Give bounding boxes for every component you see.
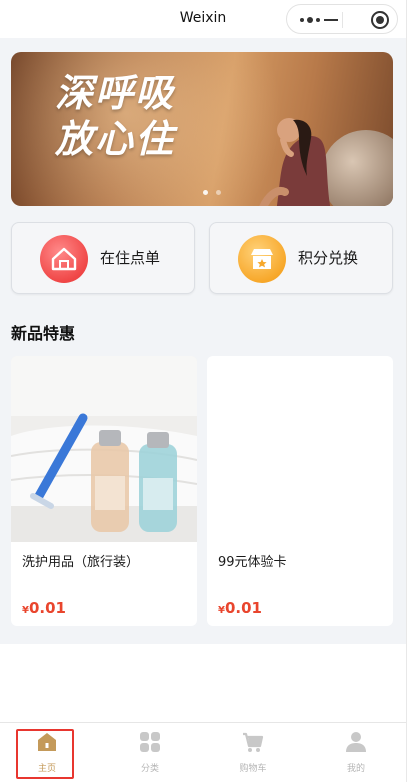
tab-label: 我的 xyxy=(346,764,365,774)
house-icon xyxy=(40,235,88,283)
headline-line-2: 放心住 xyxy=(55,117,176,161)
product-name: 洗护用品（旅行装） xyxy=(22,555,140,570)
pagination-dot xyxy=(203,190,208,195)
product-name: 99元体验卡 xyxy=(218,555,287,570)
window-edge xyxy=(406,0,416,782)
home-icon xyxy=(38,733,56,751)
menu-capsule xyxy=(286,4,398,34)
promo-banner[interactable]: 深呼吸 放心住 xyxy=(11,52,393,206)
points-exchange-button[interactable]: 积分兑换 xyxy=(209,222,393,294)
currency-symbol: ¥ xyxy=(22,605,29,616)
pagination-dot xyxy=(216,190,221,195)
product-card[interactable]: 洗护用品（旅行装） ¥0.01 xyxy=(11,356,197,626)
product-card[interactable]: 99元体验卡 ¥0.01 xyxy=(207,356,393,626)
in-stay-order-label: 在住点单 xyxy=(100,249,161,267)
price-amount: 0.01 xyxy=(224,599,262,617)
tab-label: 分类 xyxy=(140,764,159,774)
close-mini-program-icon[interactable] xyxy=(371,11,389,29)
navigation-bar: Weixin xyxy=(0,0,406,38)
currency-symbol: ¥ xyxy=(218,605,225,616)
section-title: 新品特惠 xyxy=(11,324,76,343)
points-exchange-label: 积分兑换 xyxy=(298,249,359,267)
page-content: 深呼吸 放心住 在住点单 积分兑换 新品特惠 洗护用品（旅行装） ¥0.01 9… xyxy=(0,38,406,644)
product-price: ¥0.01 xyxy=(218,598,262,617)
product-image-placeholder xyxy=(207,356,393,542)
banner-pagination xyxy=(203,190,221,195)
category-icon xyxy=(140,732,160,752)
toiletries-product-image xyxy=(11,356,197,542)
tab-label: 主页 xyxy=(37,764,56,774)
cart-icon xyxy=(243,732,264,752)
tab-label: 购物车 xyxy=(239,764,267,774)
tab-home[interactable]: 主页 xyxy=(12,723,82,781)
bottom-tab-bar: 主页 分类 购物车 我的 xyxy=(0,722,406,782)
minimize-icon[interactable] xyxy=(324,19,338,21)
banner-headline: 深呼吸 放心住 xyxy=(55,70,175,162)
tab-cart[interactable]: 购物车 xyxy=(218,723,288,781)
headline-line-1: 深呼吸 xyxy=(55,71,176,115)
capsule-divider xyxy=(342,12,343,28)
store-icon xyxy=(238,235,286,283)
tab-profile[interactable]: 我的 xyxy=(321,723,391,781)
yoga-woman-illustration xyxy=(259,118,331,206)
more-icon[interactable] xyxy=(300,17,320,23)
in-stay-order-button[interactable]: 在住点单 xyxy=(11,222,195,294)
price-amount: 0.01 xyxy=(28,599,66,617)
user-icon xyxy=(346,732,366,752)
product-price: ¥0.01 xyxy=(22,598,66,617)
tab-category[interactable]: 分类 xyxy=(115,723,185,781)
